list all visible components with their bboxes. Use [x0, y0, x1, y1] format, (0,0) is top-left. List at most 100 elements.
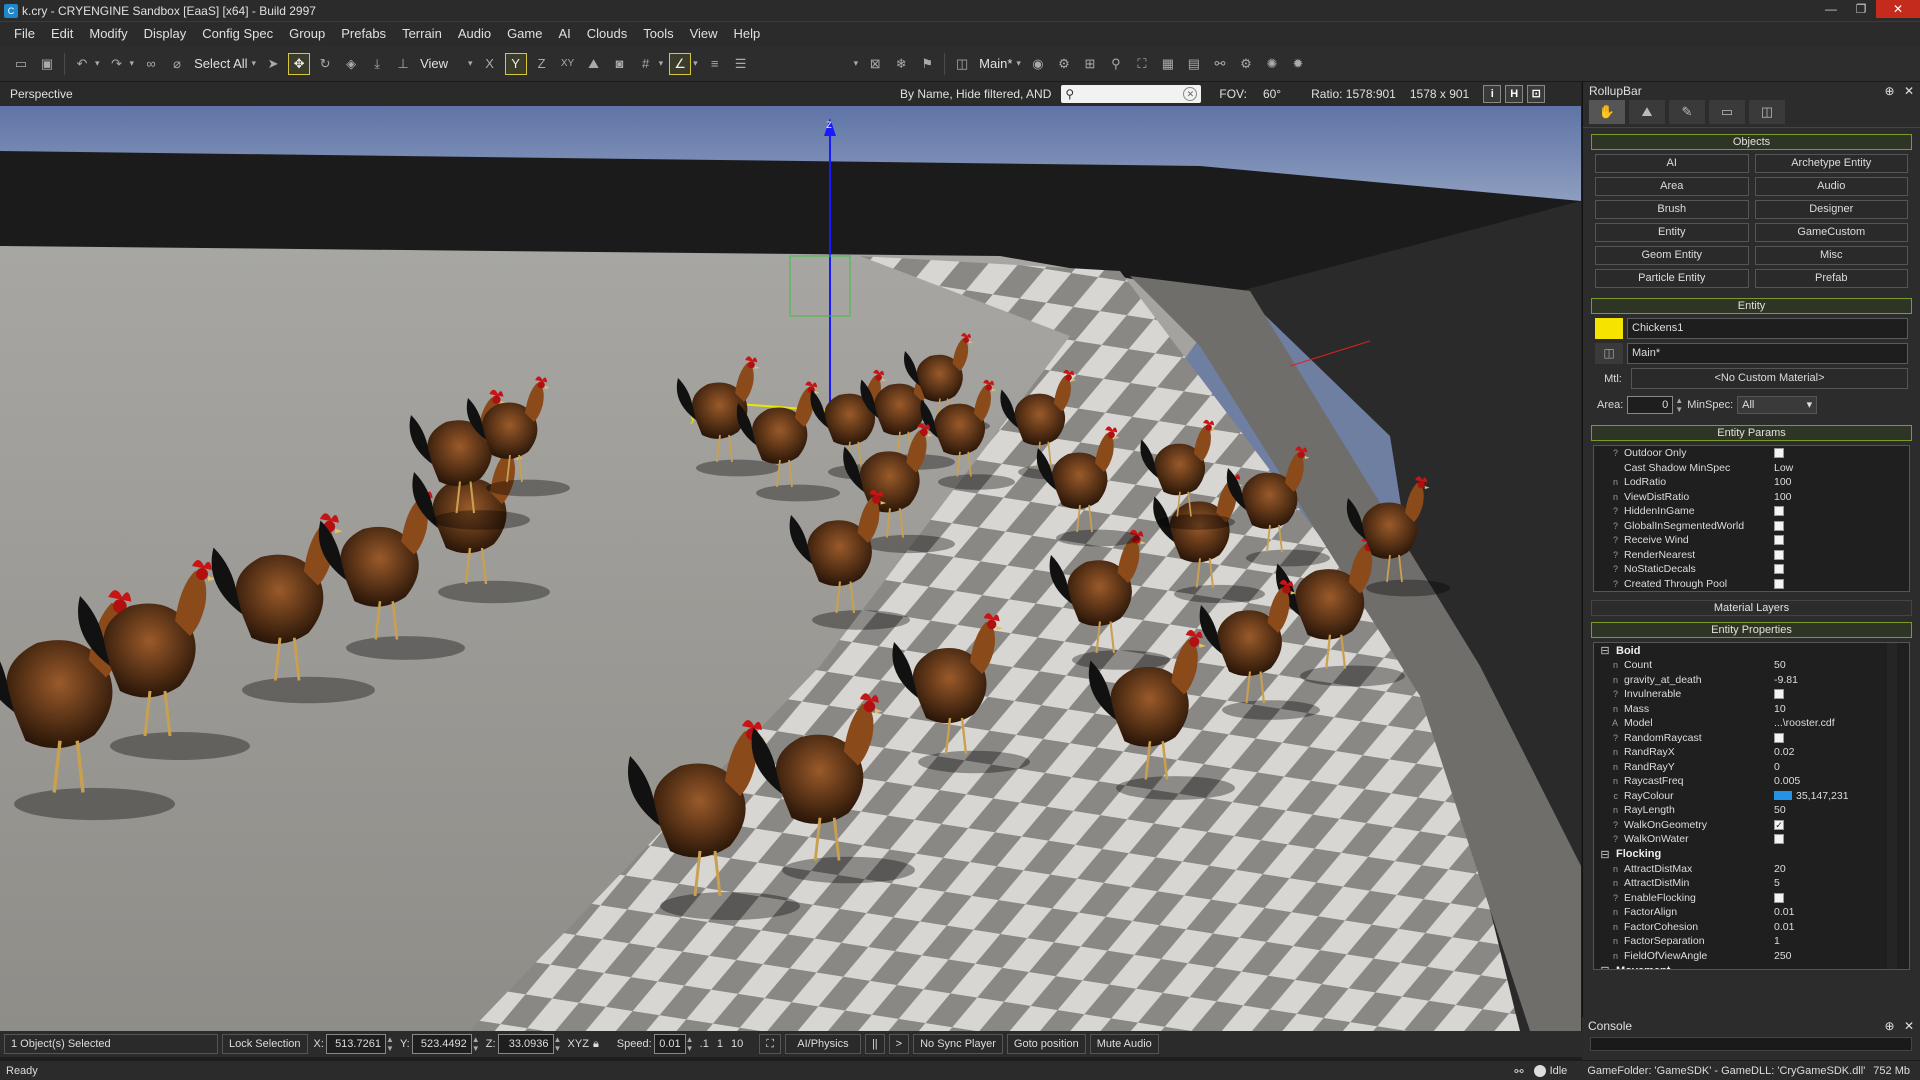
object-button-brush[interactable]: Brush: [1595, 200, 1749, 219]
menu-modify[interactable]: Modify: [81, 22, 135, 46]
property-row[interactable]: ? Invulnerable: [1594, 687, 1909, 702]
property-row[interactable]: ? RandomRaycast: [1594, 731, 1909, 746]
property-value[interactable]: [1774, 534, 1909, 546]
speed-input[interactable]: 0.01: [653, 1034, 686, 1054]
helpers-button[interactable]: H: [1505, 85, 1524, 103]
terrain-snap-icon[interactable]: ⛰: [583, 53, 605, 75]
options-gear-icon[interactable]: ✹: [1287, 53, 1309, 75]
property-row[interactable]: ? RenderNearest: [1594, 548, 1909, 563]
y-spinner-icon[interactable]: ▲ ▼: [472, 1035, 480, 1053]
property-group-boid[interactable]: ⊟ Boid: [1594, 643, 1909, 658]
angle-snap-icon[interactable]: ∠: [669, 52, 692, 75]
checkbox[interactable]: [1774, 578, 1784, 589]
perspective-viewport[interactable]: z y: [0, 106, 1581, 1031]
property-value[interactable]: [1774, 563, 1909, 575]
maximize-viewport-button[interactable]: ⊡: [1527, 85, 1546, 103]
property-row[interactable]: n AttractDistMin 5: [1594, 876, 1909, 891]
property-row[interactable]: n AttractDistMax 20: [1594, 862, 1909, 877]
property-row[interactable]: ? Receive Wind: [1594, 533, 1909, 548]
rollup-close-icon[interactable]: ✕: [1904, 84, 1914, 98]
property-row[interactable]: n Count 50: [1594, 658, 1909, 673]
lock-selection-button[interactable]: Lock Selection: [222, 1034, 308, 1054]
property-row[interactable]: n FieldOfViewAngle 250: [1594, 949, 1909, 964]
object-button-audio[interactable]: Audio: [1754, 177, 1908, 196]
xyz-label[interactable]: XYZ: [568, 1038, 589, 1050]
menu-tools[interactable]: Tools: [635, 22, 681, 46]
scale-tool-icon[interactable]: ◈: [340, 53, 362, 75]
select-cursor-icon[interactable]: ➤: [262, 53, 284, 75]
entity-properties-header[interactable]: Entity Properties: [1591, 622, 1912, 638]
z-spinner-icon[interactable]: ▲ ▼: [554, 1035, 562, 1053]
speed-spinner-icon[interactable]: ▲ ▼: [686, 1035, 694, 1053]
property-row[interactable]: n FactorCohesion 0.01: [1594, 920, 1909, 935]
object-button-designer[interactable]: Designer: [1754, 200, 1908, 219]
property-value[interactable]: [1774, 520, 1909, 532]
property-row[interactable]: ? HiddenInGame: [1594, 504, 1909, 519]
preferences-gear-icon[interactable]: ✺: [1261, 53, 1283, 75]
menu-clouds[interactable]: Clouds: [579, 22, 635, 46]
pause-button[interactable]: ||: [864, 1034, 885, 1054]
property-row[interactable]: ? Outdoor Only: [1594, 446, 1909, 461]
minspec-select[interactable]: All ▾: [1737, 396, 1818, 414]
object-button-area[interactable]: Area: [1595, 177, 1749, 196]
property-group-movement[interactable]: ⊟Movement: [1594, 963, 1909, 970]
view-dropdown[interactable]: View: [416, 56, 452, 71]
checkbox-checked[interactable]: ✓: [1774, 819, 1784, 830]
entity-layer-field[interactable]: Main*: [1627, 343, 1908, 364]
menu-prefabs[interactable]: Prefabs: [333, 22, 394, 46]
checkbox[interactable]: [1774, 520, 1784, 531]
tag-point-icon[interactable]: ⚲: [1105, 53, 1127, 75]
speed-preset-10[interactable]: 10: [731, 1038, 743, 1050]
undo-icon[interactable]: ↶: [71, 53, 93, 75]
clear-search-icon[interactable]: ✕: [1183, 87, 1198, 101]
select-all-dropdown-icon[interactable]: ▾: [252, 58, 257, 69]
menu-game[interactable]: Game: [499, 22, 550, 46]
rotate-tool-icon[interactable]: ↻: [314, 53, 336, 75]
track-view-icon[interactable]: ▤: [1183, 53, 1205, 75]
unfreeze-icon[interactable]: ⚑: [916, 53, 938, 75]
viewport-ratio[interactable]: Ratio: 1578:901: [1311, 87, 1396, 101]
property-row[interactable]: n LodRatio 100: [1594, 475, 1909, 490]
modelling-tab-icon[interactable]: ✎: [1669, 100, 1705, 124]
layers-tab-icon[interactable]: ◫: [1749, 100, 1785, 124]
property-row[interactable]: n ViewDistRatio 100: [1594, 490, 1909, 505]
menu-audio[interactable]: Audio: [450, 22, 499, 46]
viewport-resolution[interactable]: 1578 x 901: [1410, 87, 1469, 101]
camera-icon[interactable]: ◙: [609, 53, 631, 75]
property-row[interactable]: n RayLength 50: [1594, 803, 1909, 818]
console-close-icon[interactable]: ✕: [1904, 1019, 1914, 1033]
checkbox[interactable]: [1774, 506, 1784, 517]
axis-xy-button[interactable]: XY: [557, 53, 579, 75]
axis-y-button[interactable]: Y: [504, 52, 527, 75]
property-row[interactable]: ? GlobalInSegmentedWorld: [1594, 519, 1909, 534]
navigation-icon[interactable]: ⊞: [1079, 53, 1101, 75]
property-row[interactable]: c RayColour 35,147,231: [1594, 789, 1909, 804]
ai-physics-button[interactable]: AI/Physics: [784, 1034, 861, 1054]
menu-terrain[interactable]: Terrain: [394, 22, 450, 46]
property-row[interactable]: Cast Shadow MinSpec Low: [1594, 461, 1909, 476]
grid-dropdown-icon[interactable]: ▾: [659, 58, 664, 69]
object-button-entity[interactable]: Entity: [1595, 223, 1749, 242]
property-row[interactable]: ? WalkOnGeometry ✓: [1594, 818, 1909, 833]
unlink-icon[interactable]: ⌀: [166, 53, 188, 75]
close-button[interactable]: ✕: [1876, 0, 1920, 18]
property-row[interactable]: n gravity_at_death -9.81: [1594, 673, 1909, 688]
console-input[interactable]: [1590, 1037, 1912, 1051]
menu-help[interactable]: Help: [726, 22, 769, 46]
angle-dropdown-icon[interactable]: ▾: [693, 58, 698, 69]
terrain-tab-icon[interactable]: ⛰: [1629, 100, 1665, 124]
checkbox[interactable]: [1774, 892, 1784, 903]
object-button-geom-entity[interactable]: Geom Entity: [1595, 246, 1749, 265]
checkbox[interactable]: [1774, 732, 1784, 743]
console-pin-icon[interactable]: ⊕: [1885, 1019, 1895, 1033]
property-row[interactable]: A Model ...\rooster.cdf: [1594, 716, 1909, 731]
entity-color-swatch[interactable]: [1595, 318, 1623, 339]
menu-group[interactable]: Group: [281, 22, 333, 46]
grid-snap-icon[interactable]: #: [635, 53, 657, 75]
menu-edit[interactable]: Edit: [43, 22, 81, 46]
pin-icon[interactable]: ⊕: [1885, 84, 1895, 98]
view-dropdown-arrow-icon[interactable]: ▾: [468, 58, 473, 69]
object-button-gamecustom[interactable]: GameCustom: [1754, 223, 1908, 242]
viewport-name[interactable]: Perspective: [10, 87, 890, 101]
menu-display[interactable]: Display: [136, 22, 195, 46]
